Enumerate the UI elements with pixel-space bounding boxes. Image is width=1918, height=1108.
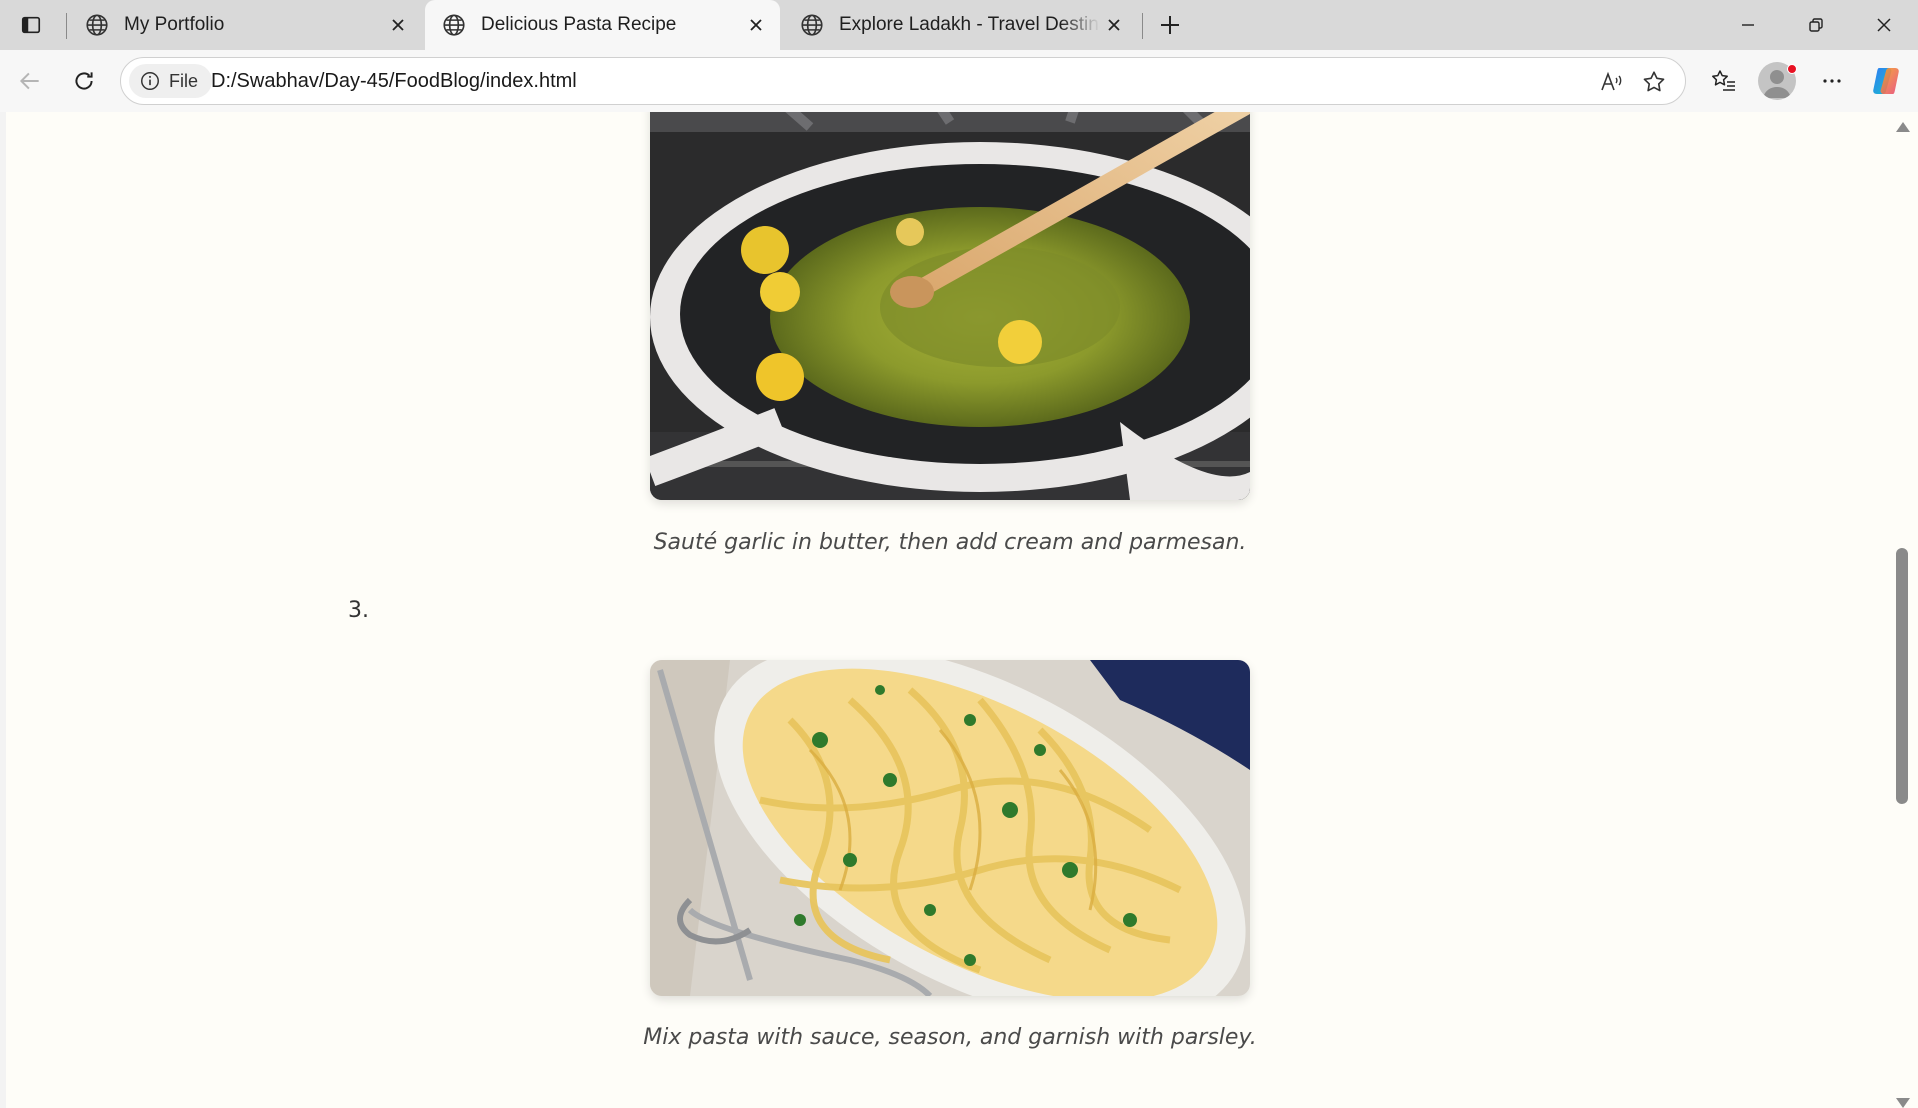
restore-icon (1809, 18, 1823, 32)
tab-title: Explore Ladakh - Travel Destination (839, 14, 1100, 35)
garlic-butter-skillet-image (650, 112, 1250, 500)
scroll-down-arrow-icon[interactable] (1896, 1098, 1910, 1108)
globe-icon (86, 14, 108, 36)
info-icon (141, 72, 159, 90)
tab-strip: My Portfolio Delicious Pasta Recipe Expl… (0, 0, 1918, 50)
favorite-star-icon[interactable] (1639, 67, 1669, 97)
globe-icon (443, 14, 465, 36)
favorites-list-icon (1712, 70, 1735, 91)
more-options-button[interactable] (1812, 63, 1852, 99)
new-tab-button[interactable] (1153, 9, 1187, 41)
page-scrollbar[interactable] (1886, 112, 1918, 1108)
back-button[interactable] (10, 63, 50, 99)
tab-separator (66, 13, 67, 39)
site-info-label: File (169, 70, 199, 91)
fettuccine-parsley-image (650, 660, 1250, 996)
site-info-button[interactable]: File (129, 64, 213, 98)
step-number: 3. (348, 598, 369, 623)
step-caption: Sauté garlic in butter, then add cream a… (653, 530, 1247, 555)
copilot-icon (1873, 68, 1899, 94)
restore-button[interactable] (1782, 0, 1850, 50)
plus-icon (1161, 16, 1179, 34)
url-text[interactable]: D:/Swabhav/Day-45/FoodBlog/index.html (211, 58, 577, 104)
page-viewport[interactable]: Sauté garlic in butter, then add cream a… (6, 112, 1886, 1108)
browser-toolbar: File D:/Swabhav/Day-45/FoodBlog/index.ht… (0, 50, 1918, 112)
tab-my-portfolio[interactable]: My Portfolio (68, 0, 422, 50)
tab-explore-ladakh[interactable]: Explore Ladakh - Travel Destination (783, 0, 1138, 50)
close-icon[interactable] (1100, 11, 1128, 39)
notification-dot (1787, 64, 1797, 74)
close-window-button[interactable] (1850, 0, 1918, 50)
refresh-button[interactable] (64, 63, 104, 99)
close-icon (1877, 18, 1891, 32)
tab-separator (1142, 13, 1143, 39)
address-bar[interactable]: File D:/Swabhav/Day-45/FoodBlog/index.ht… (120, 57, 1686, 105)
globe-icon (801, 14, 823, 36)
read-aloud-icon[interactable] (1597, 67, 1627, 97)
refresh-icon (75, 72, 93, 90)
back-arrow-icon (19, 72, 39, 90)
tab-title: My Portfolio (124, 14, 225, 35)
close-icon[interactable] (384, 11, 412, 39)
favorites-button[interactable] (1704, 63, 1744, 99)
tab-actions-icon[interactable] (14, 11, 48, 39)
minimize-button[interactable] (1714, 0, 1782, 50)
minimize-icon (1742, 24, 1754, 26)
step-caption: Mix pasta with sauce, season, and garnis… (643, 1025, 1257, 1050)
ellipsis-icon (1823, 79, 1841, 83)
tab-delicious-pasta-recipe[interactable]: Delicious Pasta Recipe (425, 0, 780, 50)
copilot-button[interactable] (1866, 63, 1906, 99)
scrollbar-thumb[interactable] (1896, 548, 1908, 804)
scroll-up-arrow-icon[interactable] (1896, 122, 1910, 132)
tab-title: Delicious Pasta Recipe (481, 14, 677, 35)
close-icon[interactable] (742, 11, 770, 39)
